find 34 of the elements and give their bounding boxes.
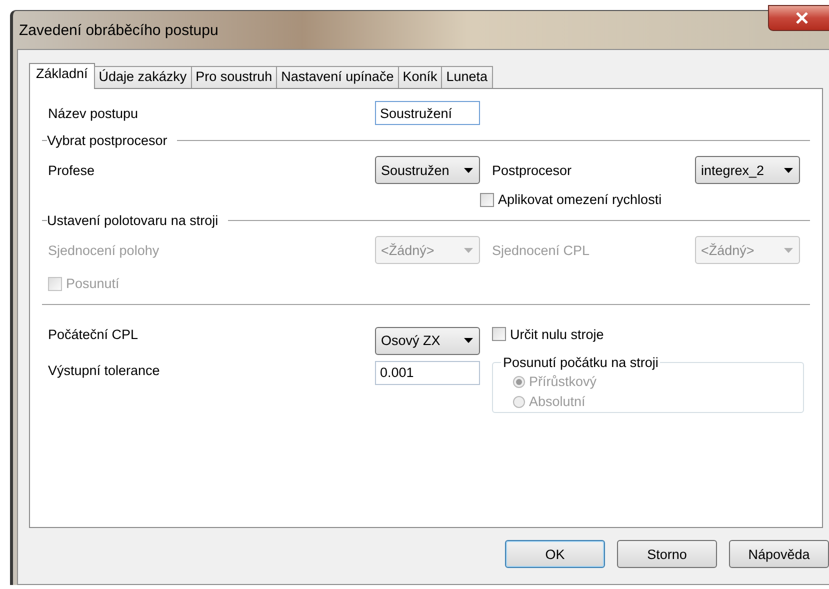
- close-icon: [795, 12, 809, 24]
- caret-icon: [464, 248, 473, 252]
- field-label: Postprocesor: [492, 162, 573, 178]
- dropdown[interactable]: Soustružen: [375, 156, 480, 184]
- tab[interactable]: Pro soustruh: [190, 66, 278, 88]
- tab[interactable]: Koník: [398, 66, 442, 88]
- dialog-button[interactable]: Storno: [617, 540, 717, 568]
- caret-icon: [784, 168, 793, 172]
- field-label: Výstupní tolerance: [48, 362, 161, 378]
- caret-icon: [784, 248, 793, 252]
- tab[interactable]: Luneta: [441, 66, 493, 88]
- dropdown[interactable]: Osový ZX: [375, 326, 480, 354]
- section-title: Vybrat postprocesor: [47, 133, 168, 148]
- caret-icon: [464, 338, 473, 343]
- field-label: Profese: [48, 162, 96, 178]
- checkbox[interactable]: Aplikovat omezení rychlosti: [480, 192, 662, 207]
- field-label: Počáteční CPL: [48, 326, 140, 342]
- dropdown[interactable]: integrex_2: [695, 156, 800, 184]
- text-field[interactable]: 0.001: [375, 360, 480, 384]
- tab[interactable]: Nastavení upínače: [276, 66, 399, 88]
- field-label: Název postupu: [48, 106, 140, 120]
- group-title: Posunutí počátku na stroji: [502, 354, 660, 370]
- caret-icon: [464, 168, 473, 172]
- field-label: Sjednocení CPL: [492, 242, 591, 258]
- dialog-button[interactable]: OK: [505, 540, 605, 568]
- dialog-button[interactable]: Nápověda: [729, 540, 829, 568]
- tab[interactable]: Základní: [29, 63, 95, 89]
- window-title: Zavedení obráběcího postupu: [19, 22, 218, 38]
- tab[interactable]: Údaje zakázky: [94, 66, 192, 88]
- field-label: Sjednocení polohy: [48, 242, 160, 258]
- section-title: Ustavení polotovaru na stroji: [47, 213, 218, 228]
- checkbox[interactable]: Určit nulu stroje: [492, 326, 604, 342]
- close-button[interactable]: [768, 5, 829, 31]
- text-field[interactable]: Soustružení: [375, 101, 480, 125]
